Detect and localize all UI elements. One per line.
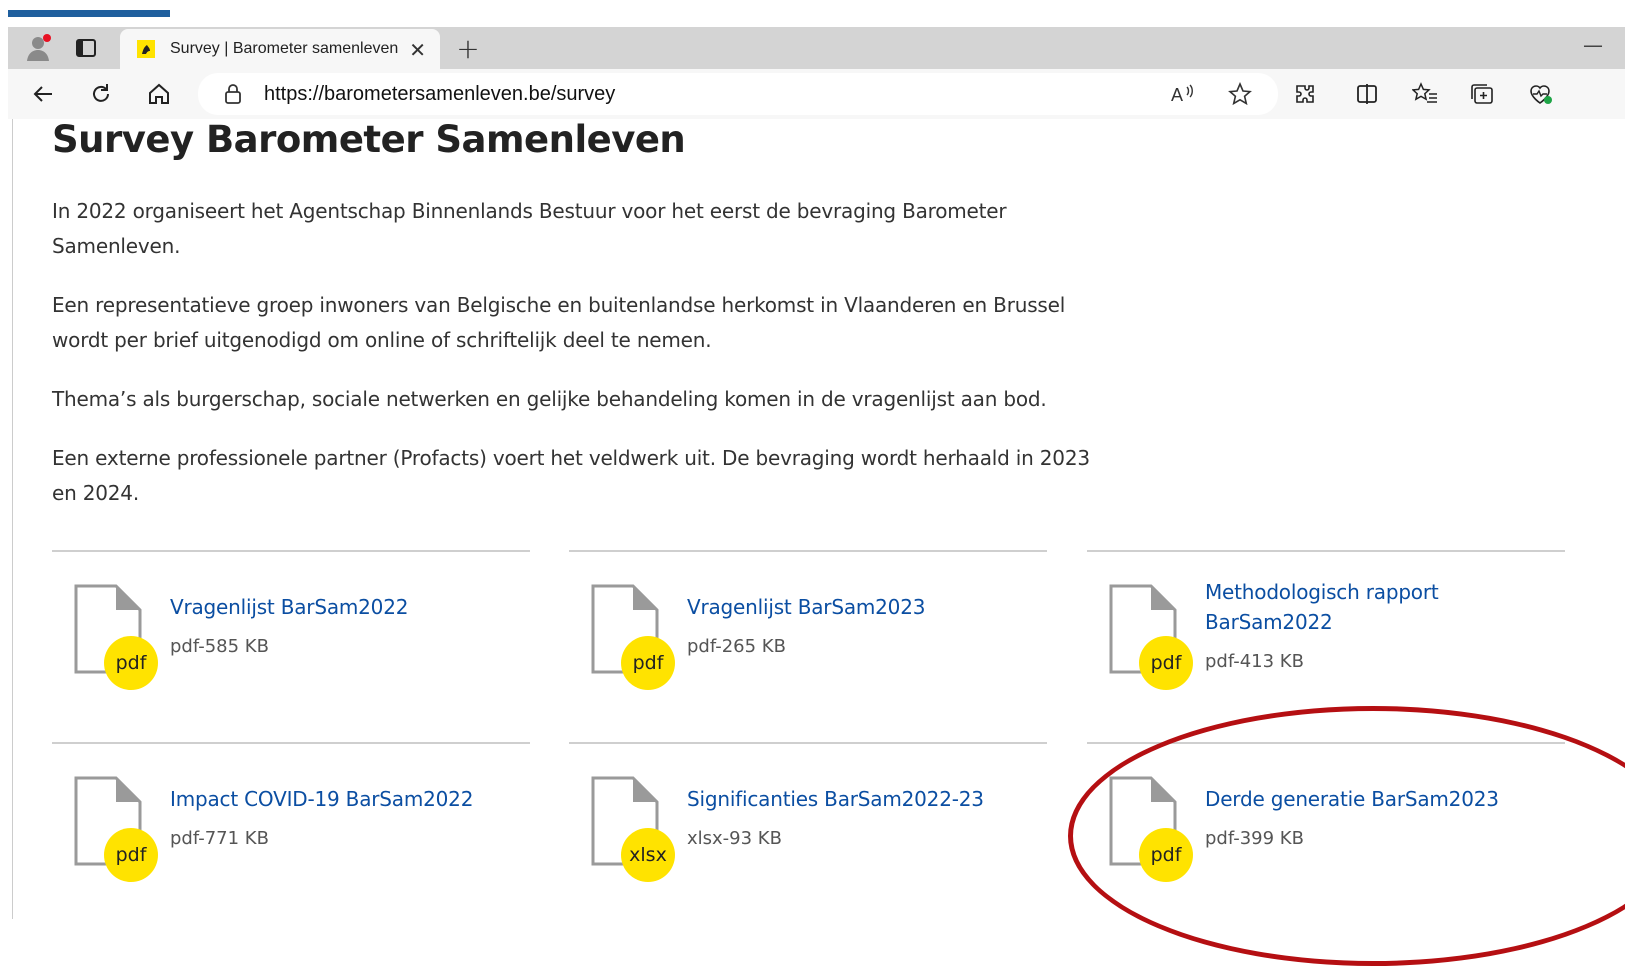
tab-actions-icon[interactable] xyxy=(66,27,106,69)
lock-icon[interactable] xyxy=(222,83,244,105)
tab-survey[interactable]: Survey | Barometer samenleven ✕ xyxy=(120,29,440,69)
back-icon[interactable] xyxy=(26,77,60,111)
file-document-icon: xlsx xyxy=(591,776,675,882)
intro-paragraph-3: Thema’s als burgerschap, sociale netwerk… xyxy=(52,387,1047,411)
extensions-icon[interactable] xyxy=(1288,77,1322,111)
file-link[interactable]: Significanties BarSam2022-23 xyxy=(687,784,984,814)
file-card-impact-covid: pdf Impact COVID-19 BarSam2022 pdf-771 K… xyxy=(52,742,530,919)
file-card-vragenlijst-2023: pdf Vragenlijst BarSam2023 pdf-265 KB xyxy=(569,550,1047,740)
intro-paragraph-1: In 2022 organiseert het Agentschap Binne… xyxy=(52,199,1007,258)
pdf-badge: pdf xyxy=(1139,636,1193,690)
file-link[interactable]: Impact COVID-19 BarSam2022 xyxy=(170,784,473,814)
favorite-star-icon[interactable] xyxy=(1228,73,1252,115)
tab-title: Survey | Barometer samenleven xyxy=(170,40,399,57)
refresh-icon[interactable] xyxy=(84,77,118,111)
file-document-icon: pdf xyxy=(1109,584,1193,690)
file-link[interactable]: Methodologisch rapport BarSam2022 xyxy=(1205,577,1505,637)
file-meta: pdf-265 KB xyxy=(687,636,786,657)
profile-icon[interactable] xyxy=(20,27,60,69)
file-link[interactable]: Vragenlijst BarSam2023 xyxy=(687,592,925,622)
file-card-vragenlijst-2022: pdf Vragenlijst BarSam2022 pdf-585 KB xyxy=(52,550,530,740)
split-screen-icon[interactable] xyxy=(1350,77,1384,111)
xlsx-badge: xlsx xyxy=(621,828,675,882)
page-title: Survey Barometer Samenleven xyxy=(52,118,686,161)
file-card-significanties: xlsx Significanties BarSam2022-23 xlsx-9… xyxy=(569,742,1047,919)
file-document-icon: pdf xyxy=(74,584,158,690)
read-aloud-icon[interactable]: A xyxy=(1170,73,1196,115)
pdf-badge: pdf xyxy=(104,828,158,882)
new-tab-button[interactable]: + xyxy=(448,27,488,69)
lion-favicon-icon xyxy=(136,39,156,59)
browser-essentials-icon[interactable] xyxy=(1524,77,1558,111)
intro-paragraph-2: Een representatieve groep inwoners van B… xyxy=(52,293,1066,352)
content-left-border xyxy=(12,119,13,919)
file-meta: pdf-771 KB xyxy=(170,828,269,849)
favorites-list-icon[interactable] xyxy=(1408,77,1442,111)
window-accent-stripe xyxy=(8,10,170,17)
file-link[interactable]: Vragenlijst BarSam2022 xyxy=(170,592,408,622)
file-meta: xlsx-93 KB xyxy=(687,828,782,849)
close-tab-icon[interactable]: ✕ xyxy=(409,38,426,62)
pdf-badge: pdf xyxy=(621,636,675,690)
minimize-button[interactable]: — xyxy=(1583,33,1603,57)
svg-text:A: A xyxy=(1171,85,1183,105)
file-meta: pdf-585 KB xyxy=(170,636,269,657)
url-field[interactable]: https://barometersamenleven.be/survey A xyxy=(198,73,1278,115)
url-text[interactable]: https://barometersamenleven.be/survey xyxy=(264,83,615,106)
intro-paragraph-4: Een externe professionele partner (Profa… xyxy=(52,446,1090,505)
file-document-icon: pdf xyxy=(74,776,158,882)
home-icon[interactable] xyxy=(142,77,176,111)
file-meta: pdf-413 KB xyxy=(1205,651,1304,672)
file-document-icon: pdf xyxy=(591,584,675,690)
collections-icon[interactable] xyxy=(1466,77,1500,111)
tab-bar: Survey | Barometer samenleven ✕ + — xyxy=(8,27,1625,69)
address-bar: https://barometersamenleven.be/survey A xyxy=(8,69,1625,119)
pdf-badge: pdf xyxy=(104,636,158,690)
